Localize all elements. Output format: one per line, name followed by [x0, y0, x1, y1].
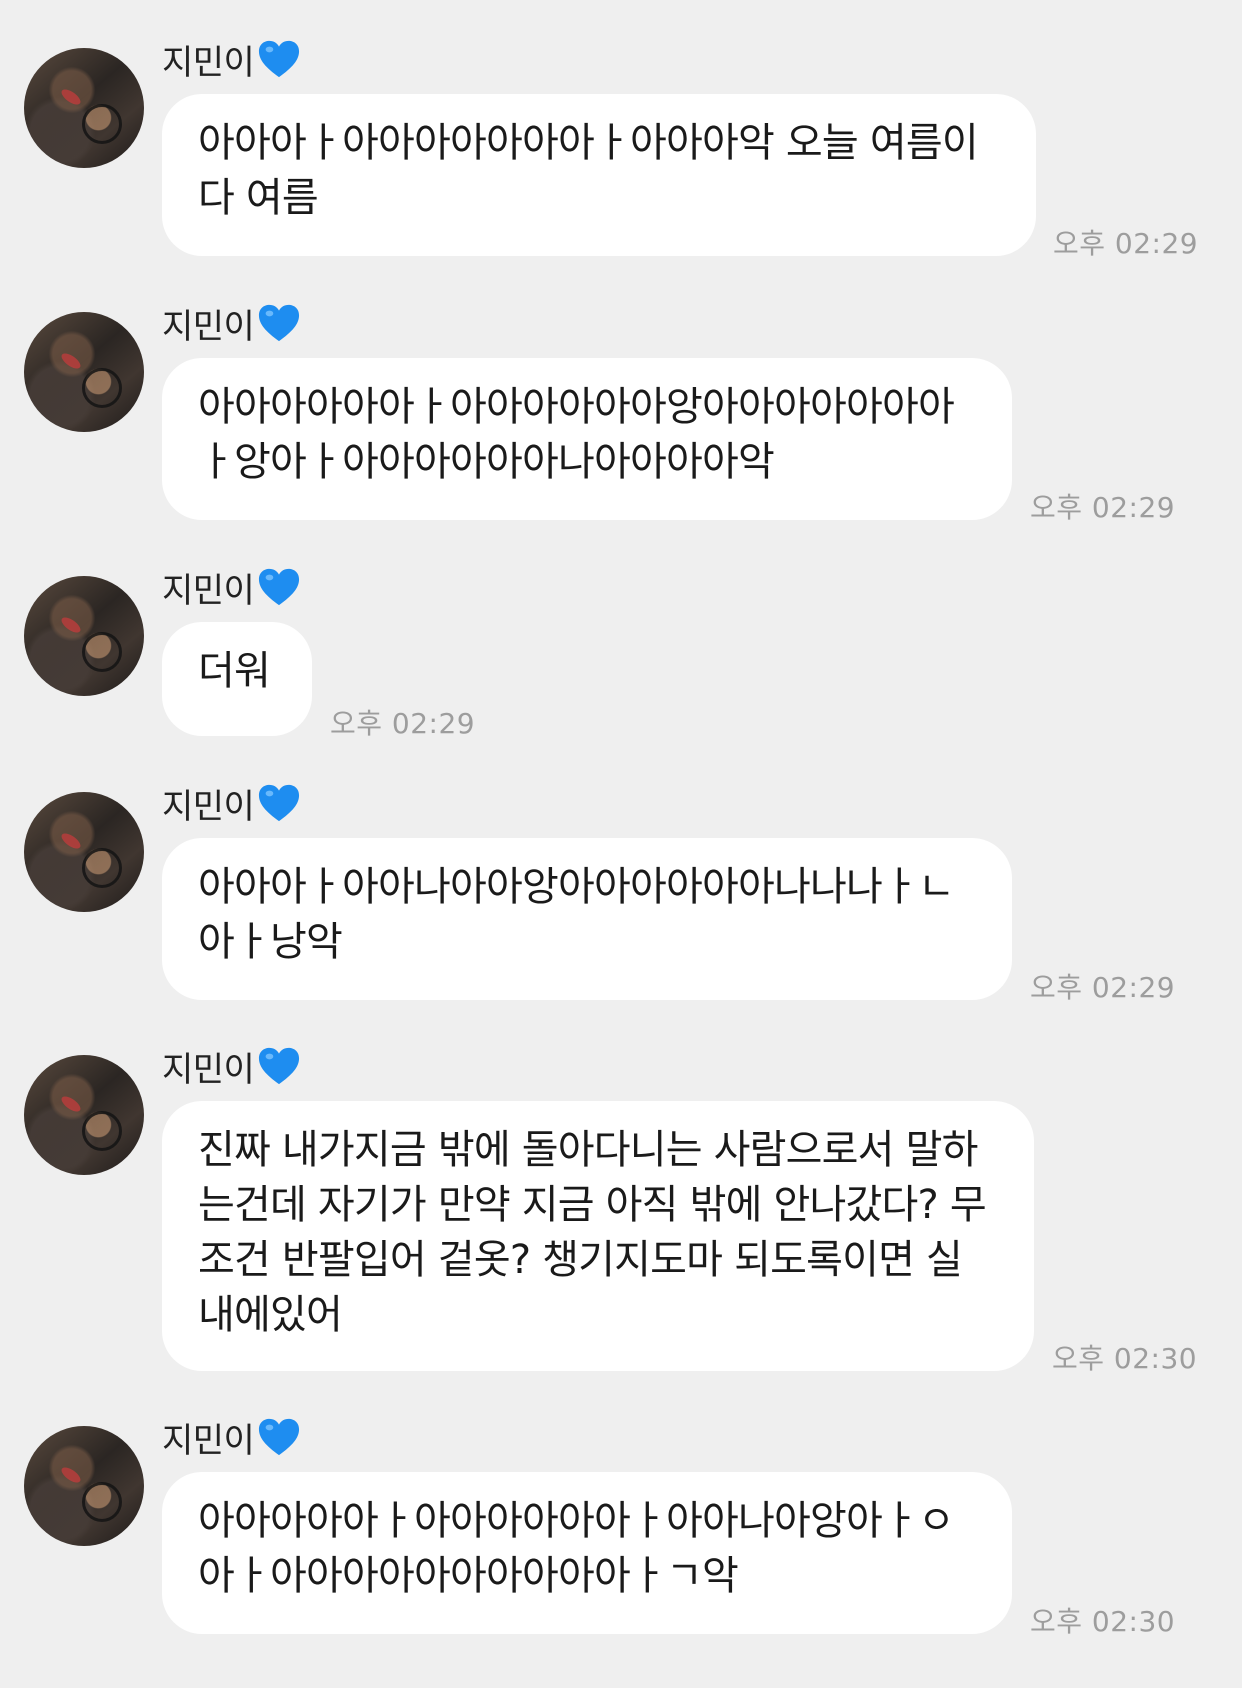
avatar-glasses — [82, 104, 122, 144]
timestamp: 오후 02:30 — [1052, 1342, 1198, 1375]
avatar-glasses — [82, 848, 122, 888]
sender-name: 지민이 — [162, 1414, 302, 1461]
sender-label: 지민이 — [162, 1049, 255, 1090]
avatar-blush — [59, 1093, 83, 1115]
message-group: 지민이 더워 오후 02:29 — [0, 564, 1242, 744]
avatar-blush — [59, 830, 83, 852]
blue-heart-icon — [259, 1047, 300, 1085]
avatar[interactable] — [24, 312, 144, 432]
message-bubble[interactable]: 진짜 내가지금 밖에 돌아다니는 사람으로서 말하는건데 자기가 만약 지금 아… — [162, 1101, 1034, 1371]
message-group: 지민이 아아아아아아ㅏ아아아아아아앙아아아아아아아ㅏ앙아ㅏ아아아아아아나아아아아… — [0, 300, 1242, 530]
timestamp: 오후 02:29 — [1053, 227, 1199, 260]
avatar[interactable] — [24, 792, 144, 912]
blue-heart-icon — [259, 40, 300, 78]
avatar[interactable] — [24, 576, 144, 696]
message-group: 지민이 아아아아아ㅏ아아아아아아ㅏ아아나아앙아ㅏㅇ아ㅏ아아아아아아아아아아ㅏㄱ악… — [0, 1414, 1242, 1644]
sender-label: 지민이 — [162, 570, 255, 611]
avatar[interactable] — [24, 48, 144, 168]
message-group: 지민이 진짜 내가지금 밖에 돌아다니는 사람으로서 말하는건데 자기가 만약 … — [0, 1043, 1242, 1375]
avatar-blush — [59, 86, 83, 108]
sender-label: 지민이 — [162, 306, 255, 347]
sender-name: 지민이 — [162, 1043, 302, 1090]
message-bubble[interactable]: 아아아ㅏ아아나아아앙아아아아아아나나나ㅏㄴ아ㅏ낭악 — [162, 838, 1012, 1000]
timestamp: 오후 02:29 — [1030, 971, 1176, 1004]
avatar-glasses — [82, 368, 122, 408]
message-bubble[interactable]: 아아아아아아ㅏ아아아아아아앙아아아아아아아ㅏ앙아ㅏ아아아아아아나아아아아악 — [162, 358, 1012, 520]
blue-heart-icon — [259, 1418, 300, 1456]
timestamp: 오후 02:30 — [1030, 1605, 1176, 1638]
sender-label: 지민이 — [162, 1420, 255, 1461]
sender-label: 지민이 — [162, 786, 255, 827]
message-group: 지민이 아아아ㅏ아아나아아앙아아아아아아나나나ㅏㄴ아ㅏ낭악 오후 02:29 — [0, 780, 1242, 1010]
message-text: 더워 — [198, 648, 271, 694]
avatar-glasses — [82, 1111, 122, 1151]
sender-name: 지민이 — [162, 780, 302, 827]
sender-name: 지민이 — [162, 36, 302, 83]
avatar-glasses — [82, 1482, 122, 1522]
avatar[interactable] — [24, 1426, 144, 1546]
sender-label: 지민이 — [162, 42, 255, 83]
timestamp: 오후 02:29 — [330, 707, 476, 740]
avatar-blush — [59, 350, 83, 372]
sender-name: 지민이 — [162, 564, 302, 611]
message-text: 아아아ㅏ아아나아아앙아아아아아아나나나ㅏㄴ아ㅏ낭악 — [198, 864, 955, 965]
avatar[interactable] — [24, 1055, 144, 1175]
avatar-blush — [59, 1464, 83, 1486]
message-group: 지민이 아아아ㅏ아아아아아아아ㅏ아아아악 오늘 여름이다 여름 오후 02:29 — [0, 36, 1242, 266]
message-text: 아아아아아ㅏ아아아아아아ㅏ아아나아앙아ㅏㅇ아ㅏ아아아아아아아아아아ㅏㄱ악 — [198, 1498, 955, 1599]
message-text: 진짜 내가지금 밖에 돌아다니는 사람으로서 말하는건데 자기가 만약 지금 아… — [198, 1127, 987, 1338]
avatar-blush — [59, 614, 83, 636]
message-bubble[interactable]: 더워 — [162, 622, 312, 736]
blue-heart-icon — [259, 568, 300, 606]
timestamp: 오후 02:29 — [1030, 491, 1176, 524]
message-bubble[interactable]: 아아아아아ㅏ아아아아아아ㅏ아아나아앙아ㅏㅇ아ㅏ아아아아아아아아아아ㅏㄱ악 — [162, 1472, 1012, 1634]
message-text: 아아아ㅏ아아아아아아아ㅏ아아아악 오늘 여름이다 여름 — [198, 120, 979, 221]
message-bubble[interactable]: 아아아ㅏ아아아아아아아ㅏ아아아악 오늘 여름이다 여름 — [162, 94, 1036, 256]
avatar-glasses — [82, 632, 122, 672]
blue-heart-icon — [259, 784, 300, 822]
message-text: 아아아아아아ㅏ아아아아아아앙아아아아아아아ㅏ앙아ㅏ아아아아아아나아아아아악 — [198, 384, 955, 485]
blue-heart-icon — [259, 304, 300, 342]
sender-name: 지민이 — [162, 300, 302, 347]
